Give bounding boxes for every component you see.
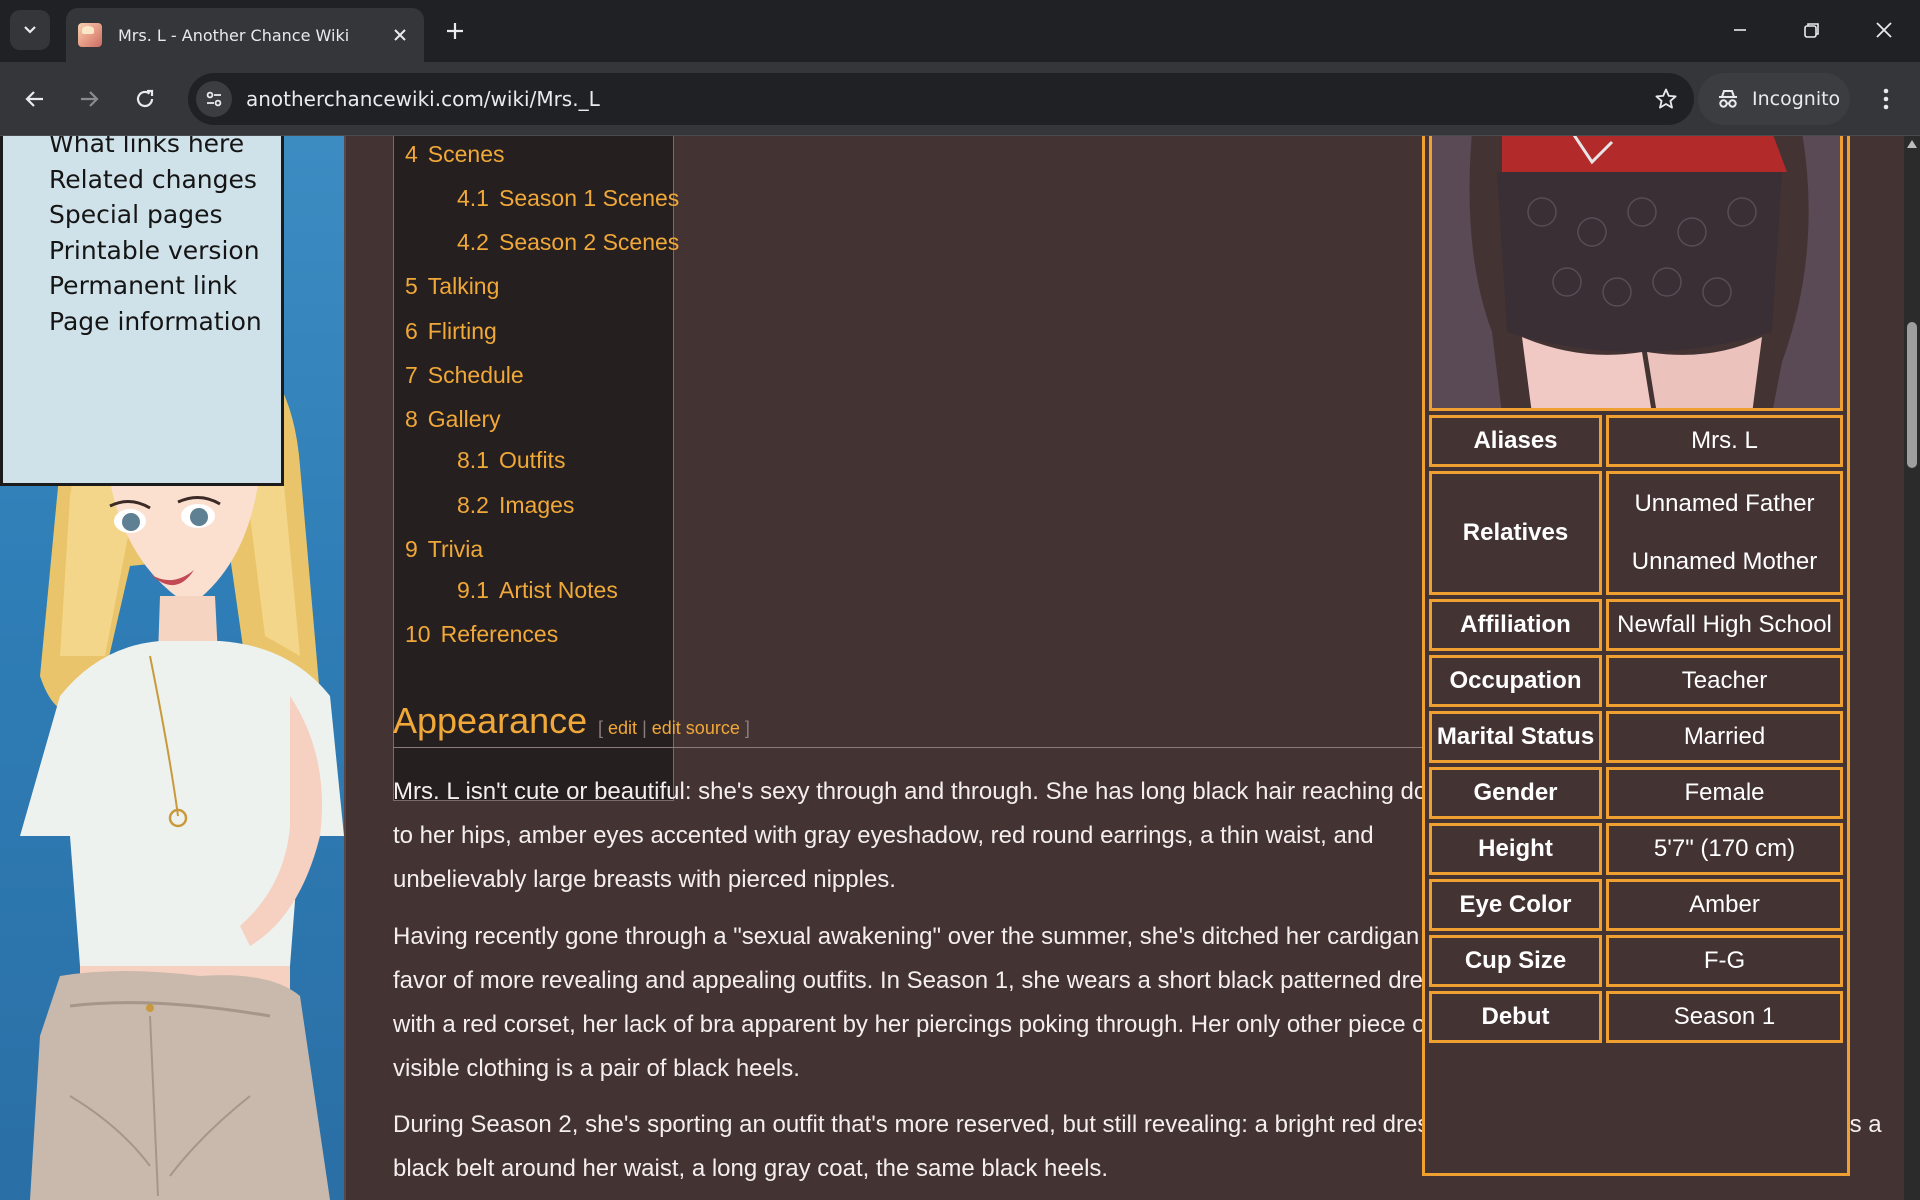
infobox-label: Cup Size xyxy=(1429,935,1602,987)
page-viewport: What links here Related changes Special … xyxy=(0,136,1920,1200)
tool-link-what-links-here[interactable]: What links here xyxy=(49,136,262,162)
scroll-up-arrow-icon[interactable] xyxy=(1907,140,1917,148)
window-close-icon xyxy=(1876,22,1892,38)
forward-button[interactable] xyxy=(70,80,108,118)
url-text[interactable]: anotherchancewiki.com/wiki/Mrs._L xyxy=(246,87,600,111)
relative-father: Unnamed Father xyxy=(1634,490,1815,517)
bookmark-button[interactable] xyxy=(1652,85,1680,113)
toc-item-scenes[interactable]: 4 Scenes xyxy=(405,141,505,168)
infobox-row-debut: Debut Season 1 xyxy=(1429,991,1843,1043)
restore-icon xyxy=(1804,23,1819,38)
incognito-label: Incognito xyxy=(1752,88,1841,110)
infobox-value[interactable]: Season 1 xyxy=(1606,991,1843,1043)
infobox-value: F-G xyxy=(1606,935,1843,987)
back-icon xyxy=(25,91,43,107)
restore-button[interactable] xyxy=(1790,10,1834,50)
browser-toolbar: anotherchancewiki.com/wiki/Mrs._L Incogn… xyxy=(0,62,1920,136)
infobox-label: Eye Color xyxy=(1429,879,1602,931)
infobox-row-occupation: Occupation Teacher xyxy=(1429,655,1843,707)
infobox-row-marital-status: Marital Status Married xyxy=(1429,711,1843,763)
site-favicon-icon xyxy=(78,23,102,47)
reload-button[interactable] xyxy=(126,80,164,118)
edit-source-link[interactable]: edit source xyxy=(652,718,740,738)
edit-link[interactable]: edit xyxy=(608,718,637,738)
infobox-value: Female xyxy=(1606,767,1843,819)
reload-icon xyxy=(136,89,154,108)
sidebar-tools-panel: What links here Related changes Special … xyxy=(0,136,284,486)
active-tab[interactable]: Mrs. L - Another Chance Wiki xyxy=(66,8,424,62)
toc-item-images[interactable]: 8.2 Images xyxy=(457,492,574,519)
infobox-row-eye-color: Eye Color Amber xyxy=(1429,879,1843,931)
infobox-value: Unnamed Father Unnamed Mother xyxy=(1606,471,1843,595)
tab-search-button[interactable] xyxy=(10,10,50,50)
site-info-button[interactable] xyxy=(196,81,232,117)
toc-item-gallery[interactable]: 8 Gallery xyxy=(405,406,501,433)
infobox-value: Amber xyxy=(1606,879,1843,931)
tab-strip: Mrs. L - Another Chance Wiki xyxy=(0,0,1920,62)
character-portrait-image[interactable] xyxy=(1429,136,1843,411)
toc-item-trivia[interactable]: 9 Trivia xyxy=(405,536,483,563)
infobox-row-affiliation: Affiliation Newfall High School xyxy=(1429,599,1843,651)
toc-item-flirting[interactable]: 6 Flirting xyxy=(405,318,497,345)
infobox-row-height: Height 5'7" (170 cm) xyxy=(1429,823,1843,875)
toc-item-outfits[interactable]: 8.1 Outfits xyxy=(457,447,565,474)
infobox-row-aliases: Aliases Mrs. L xyxy=(1429,415,1843,467)
infobox-label: Marital Status xyxy=(1429,711,1602,763)
toc-item-season-2-scenes[interactable]: 4.2 Season 2 Scenes xyxy=(457,229,679,256)
infobox-value: Married xyxy=(1606,711,1843,763)
infobox-row-cup-size: Cup Size F-G xyxy=(1429,935,1843,987)
infobox-label: Debut xyxy=(1429,991,1602,1043)
infobox-value: Teacher xyxy=(1606,655,1843,707)
star-icon xyxy=(1655,88,1677,109)
toc-item-references[interactable]: 10 References xyxy=(405,621,558,648)
forward-icon xyxy=(81,91,99,107)
infobox-value[interactable]: Newfall High School xyxy=(1606,599,1843,651)
infobox-label: Occupation xyxy=(1429,655,1602,707)
kebab-menu-icon xyxy=(1883,88,1889,110)
tool-link-special-pages[interactable]: Special pages xyxy=(49,197,262,233)
article-content: 4 Scenes 4.1 Season 1 Scenes 4.2 Season 2 S… xyxy=(344,136,1904,1200)
tool-link-printable-version[interactable]: Printable version xyxy=(49,233,262,269)
incognito-icon xyxy=(1719,90,1737,108)
toc-item-schedule[interactable]: 7 Schedule xyxy=(405,362,524,389)
toc-item-artist-notes[interactable]: 9.1 Artist Notes xyxy=(457,577,618,604)
window-close-button[interactable] xyxy=(1862,10,1906,50)
infobox-label: Height xyxy=(1429,823,1602,875)
minimize-button[interactable] xyxy=(1718,10,1762,50)
toc-item-season-1-scenes[interactable]: 4.1 Season 1 Scenes xyxy=(457,185,679,212)
section-edit-links: [ edit | edit source ] xyxy=(598,718,750,738)
character-infobox: Aliases Mrs. L Relatives Unnamed Father … xyxy=(1422,136,1850,1176)
page-scrollbar[interactable] xyxy=(1904,136,1920,1200)
section-title: Appearance xyxy=(393,700,588,741)
tab-title: Mrs. L - Another Chance Wiki xyxy=(118,25,350,45)
infobox-row-relatives: Relatives Unnamed Father Unnamed Mother xyxy=(1429,471,1843,595)
scrollbar-thumb[interactable] xyxy=(1907,322,1917,468)
infobox-label: Gender xyxy=(1429,767,1602,819)
infobox-label: Aliases xyxy=(1429,415,1602,467)
new-tab-button[interactable] xyxy=(438,14,472,48)
chevron-down-icon xyxy=(24,26,36,34)
tool-link-related-changes[interactable]: Related changes xyxy=(49,162,262,198)
address-bar[interactable]: anotherchancewiki.com/wiki/Mrs._L xyxy=(188,73,1694,125)
incognito-badge[interactable]: Incognito xyxy=(1698,73,1850,125)
appearance-paragraph-1: Mrs. L isn't cute or beautiful: she's se… xyxy=(393,778,1458,893)
infobox-label: Affiliation xyxy=(1429,599,1602,651)
toc-item-talking[interactable]: 5 Talking xyxy=(405,273,499,300)
tool-link-page-information[interactable]: Page information xyxy=(49,304,262,340)
infobox-row-gender: Gender Female xyxy=(1429,767,1843,819)
back-button[interactable] xyxy=(16,80,54,118)
browser-menu-button[interactable] xyxy=(1868,80,1904,118)
tab-close-icon[interactable] xyxy=(388,23,412,47)
infobox-value: Mrs. L xyxy=(1606,415,1843,467)
minimize-icon xyxy=(1734,29,1746,31)
infobox-value: 5'7" (170 cm) xyxy=(1606,823,1843,875)
infobox-label: Relatives xyxy=(1429,471,1602,595)
section-heading-appearance: Appearance [ edit | edit source ] xyxy=(393,700,1438,748)
site-info-icon xyxy=(206,91,222,107)
plus-icon xyxy=(447,23,463,39)
appearance-paragraph-2: Having recently gone through a "sexual a… xyxy=(393,923,1447,1082)
relative-mother: Unnamed Mother xyxy=(1631,548,1818,575)
tool-link-permanent-link[interactable]: Permanent link xyxy=(49,268,262,304)
